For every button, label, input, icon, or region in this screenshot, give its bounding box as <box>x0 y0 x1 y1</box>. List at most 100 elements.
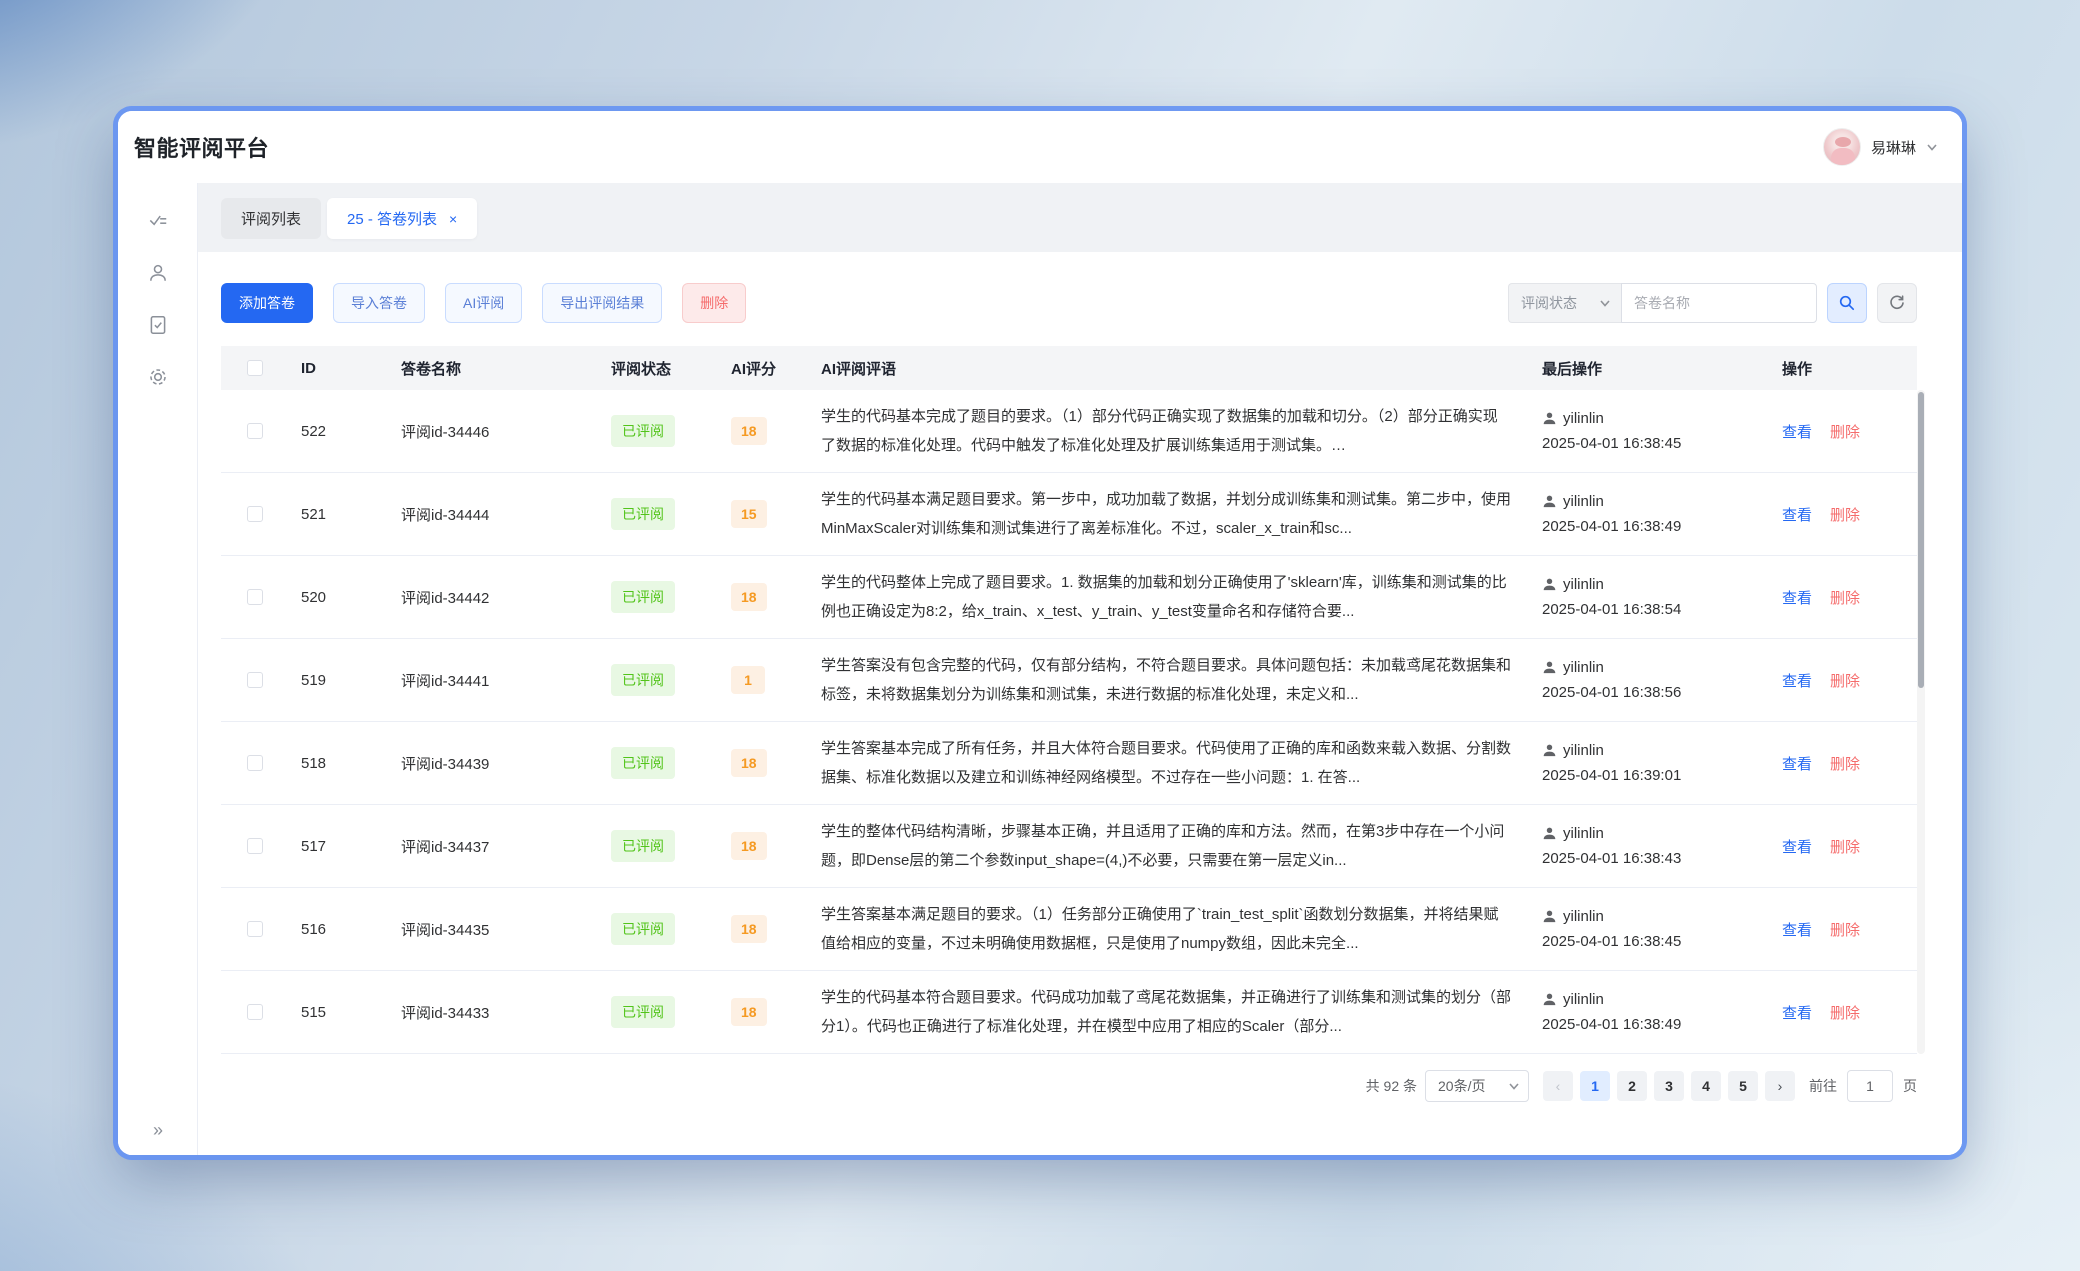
page-button-1[interactable]: 1 <box>1580 1071 1610 1101</box>
tab-bar: 评阅列表 25 - 答卷列表 × <box>221 198 477 239</box>
row-checkbox[interactable] <box>247 838 263 854</box>
delete-link[interactable]: 删除 <box>1830 590 1860 607</box>
page-title: 智能评阅平台 <box>134 131 269 163</box>
close-icon[interactable]: × <box>449 212 457 226</box>
row-name: 评阅id-34442 <box>389 587 599 608</box>
scrollbar-thumb[interactable] <box>1918 392 1924 688</box>
import-answer-button[interactable]: 导入答卷 <box>333 283 425 323</box>
checklist-icon <box>147 210 169 232</box>
row-name: 评阅id-34437 <box>389 836 599 857</box>
person-icon <box>1542 743 1557 758</box>
page-size-select[interactable]: 20条/页 <box>1425 1070 1529 1102</box>
row-id: 516 <box>289 921 389 938</box>
sidebar-item-papers[interactable] <box>118 299 198 351</box>
avatar[interactable] <box>1823 128 1861 166</box>
row-id: 517 <box>289 838 389 855</box>
row-comment: 学生答案基本满足题目的要求。（1）任务部分正确使用了`train_test_sp… <box>809 900 1530 958</box>
operator-name: yilinlin <box>1563 987 1604 1012</box>
refresh-button[interactable] <box>1877 283 1917 323</box>
row-checkbox[interactable] <box>247 1004 263 1020</box>
sidebar-item-settings[interactable] <box>118 351 198 403</box>
select-all-checkbox[interactable] <box>247 360 263 376</box>
delete-link[interactable]: 删除 <box>1830 756 1860 773</box>
table-row: 517评阅id-34437已评阅18学生的整体代码结构清晰，步骤基本正确，并且适… <box>221 805 1917 888</box>
user-icon <box>147 262 169 284</box>
view-link[interactable]: 查看 <box>1782 839 1812 856</box>
person-icon <box>1542 909 1557 924</box>
row-id: 520 <box>289 589 389 606</box>
delete-link[interactable]: 删除 <box>1830 424 1860 441</box>
answer-name-input[interactable] <box>1621 283 1817 323</box>
header-score: AI评分 <box>719 358 809 379</box>
goto-page-input[interactable] <box>1847 1070 1893 1102</box>
page-button-4[interactable]: 4 <box>1691 1071 1721 1101</box>
sidebar-item-review-list[interactable] <box>118 195 198 247</box>
person-icon <box>1542 577 1557 592</box>
view-link[interactable]: 查看 <box>1782 922 1812 939</box>
tab-answer-sheet-list[interactable]: 25 - 答卷列表 × <box>327 198 477 239</box>
row-name: 评阅id-34439 <box>389 753 599 774</box>
delete-link[interactable]: 删除 <box>1830 1005 1860 1022</box>
score-badge: 18 <box>731 998 767 1026</box>
prev-page-button[interactable]: ‹ <box>1543 1071 1573 1101</box>
row-last-op: yilinlin2025-04-01 16:38:45 <box>1530 904 1770 954</box>
page-button-5[interactable]: 5 <box>1728 1071 1758 1101</box>
tab-label: 25 - 答卷列表 <box>347 208 437 229</box>
refresh-icon <box>1888 294 1906 312</box>
score-badge: 18 <box>731 417 767 445</box>
row-comment: 学生的代码基本完成了题目的要求。（1）部分代码正确实现了数据集的加载和切分。（2… <box>809 402 1530 460</box>
row-last-op: yilinlin2025-04-01 16:38:45 <box>1530 406 1770 456</box>
view-link[interactable]: 查看 <box>1782 507 1812 524</box>
sidebar-item-users[interactable] <box>118 247 198 299</box>
operator-name: yilinlin <box>1563 406 1604 431</box>
delete-link[interactable]: 删除 <box>1830 507 1860 524</box>
person-icon <box>1542 992 1557 1007</box>
tab-review-list[interactable]: 评阅列表 <box>221 198 321 239</box>
status-badge: 已评阅 <box>611 664 675 696</box>
add-answer-button[interactable]: 添加答卷 <box>221 283 313 323</box>
person-icon <box>1542 826 1557 841</box>
page-button-2[interactable]: 2 <box>1617 1071 1647 1101</box>
status-filter-select[interactable]: 评阅状态 <box>1508 283 1621 323</box>
status-badge: 已评阅 <box>611 415 675 447</box>
search-button[interactable] <box>1827 283 1867 323</box>
row-checkbox[interactable] <box>247 506 263 522</box>
delete-link[interactable]: 删除 <box>1830 922 1860 939</box>
view-link[interactable]: 查看 <box>1782 1005 1812 1022</box>
row-last-op: yilinlin2025-04-01 16:38:54 <box>1530 572 1770 622</box>
status-badge: 已评阅 <box>611 996 675 1028</box>
row-checkbox[interactable] <box>247 423 263 439</box>
row-checkbox[interactable] <box>247 589 263 605</box>
delete-link[interactable]: 删除 <box>1830 673 1860 690</box>
row-checkbox[interactable] <box>247 755 263 771</box>
next-page-button[interactable]: › <box>1765 1071 1795 1101</box>
delete-link[interactable]: 删除 <box>1830 839 1860 856</box>
ai-review-button[interactable]: AI评阅 <box>445 283 522 323</box>
header-status: 评阅状态 <box>599 358 719 379</box>
row-comment: 学生答案没有包含完整的代码，仅有部分结构，不符合题目要求。具体问题包括：未加载鸢… <box>809 651 1530 709</box>
operation-time: 2025-04-01 16:39:01 <box>1542 763 1770 788</box>
row-last-op: yilinlin2025-04-01 16:38:49 <box>1530 987 1770 1037</box>
export-results-button[interactable]: 导出评阅结果 <box>542 283 662 323</box>
operator-name: yilinlin <box>1563 572 1604 597</box>
row-comment: 学生的代码整体上完成了题目要求。1. 数据集的加载和划分正确使用了'sklear… <box>809 568 1530 626</box>
vertical-scrollbar[interactable] <box>1917 390 1925 1054</box>
sidebar-collapse-button[interactable]: » <box>118 1120 198 1141</box>
row-id: 515 <box>289 1004 389 1021</box>
header-comment: AI评阅评语 <box>809 358 1530 379</box>
view-link[interactable]: 查看 <box>1782 590 1812 607</box>
row-checkbox[interactable] <box>247 672 263 688</box>
window-header: 智能评阅平台 易琳琳 <box>118 111 1962 183</box>
row-comment: 学生的代码基本符合题目要求。代码成功加载了鸢尾花数据集，并正确进行了训练集和测试… <box>809 983 1530 1041</box>
view-link[interactable]: 查看 <box>1782 673 1812 690</box>
score-badge: 18 <box>731 832 767 860</box>
row-checkbox[interactable] <box>247 921 263 937</box>
operator-name: yilinlin <box>1563 655 1604 680</box>
page-button-3[interactable]: 3 <box>1654 1071 1684 1101</box>
user-menu[interactable]: 易琳琳 <box>1823 128 1938 166</box>
table-row: 518评阅id-34439已评阅18学生答案基本完成了所有任务，并且大体符合题目… <box>221 722 1917 805</box>
view-link[interactable]: 查看 <box>1782 756 1812 773</box>
view-link[interactable]: 查看 <box>1782 424 1812 441</box>
status-badge: 已评阅 <box>611 581 675 613</box>
delete-button[interactable]: 删除 <box>682 283 746 323</box>
